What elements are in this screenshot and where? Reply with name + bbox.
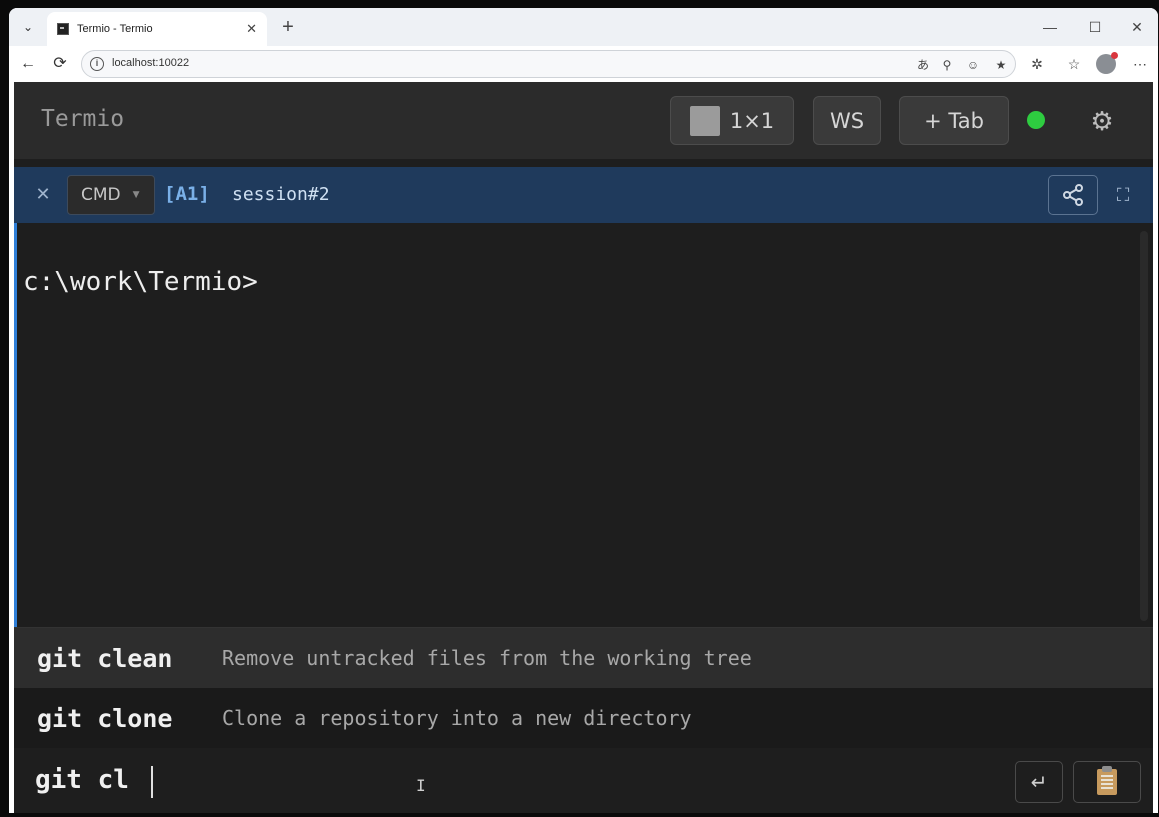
shell-select[interactable]: CMD ▼ (67, 175, 155, 215)
connection-status-icon (1027, 111, 1045, 129)
termio-app: Termio 1×1 WS + Tab ⚙ ✕ CMD ▼ [A1] sessi… (14, 82, 1153, 813)
suggestion-command: git clone (37, 703, 173, 733)
suggestion-description: Remove untracked files from the working … (222, 646, 752, 670)
text-caret (151, 766, 153, 798)
enter-button[interactable]: ↵ (1015, 761, 1063, 803)
close-window-button[interactable]: ✕ (1122, 16, 1152, 38)
reload-icon[interactable]: ⟳ (47, 52, 73, 76)
extensions-icon[interactable]: ✲ (1025, 52, 1049, 76)
more-icon[interactable]: ⋯ (1128, 52, 1152, 76)
terminal-output[interactable]: c:\work\Termio> (14, 223, 1153, 627)
ibeam-cursor-icon: I (416, 776, 426, 795)
favorites-icon[interactable]: ☆ (1062, 52, 1086, 76)
suggestion-command: git clean (37, 643, 173, 673)
share-button[interactable] (1048, 175, 1098, 215)
suggestion-item[interactable]: git clone Clone a repository into a new … (14, 688, 1153, 748)
caret-down-icon: ▼ (132, 190, 140, 200)
url-text[interactable]: localhost:10022 (112, 57, 189, 69)
site-info-icon[interactable]: i (90, 57, 104, 71)
tab-strip: ⌄ Termio - Termio ✕ + — ☐ ✕ (9, 8, 1158, 46)
paste-button[interactable] (1073, 761, 1141, 803)
url-omnibox[interactable]: i localhost:10022 あ ⚲ ☺ ★ (81, 50, 1016, 78)
zoom-icon[interactable]: ⚲ (938, 56, 956, 74)
tab-list-dropdown-icon[interactable]: ⌄ (15, 15, 41, 39)
settings-gear-icon[interactable]: ⚙ (1085, 104, 1119, 138)
close-session-icon[interactable]: ✕ (32, 181, 54, 207)
app-header: Termio 1×1 WS + Tab ⚙ (14, 82, 1153, 159)
layout-label: 1×1 (729, 108, 775, 133)
layout-button[interactable]: 1×1 (670, 96, 794, 145)
session-name: session#2 (232, 184, 330, 205)
share-icon (1063, 184, 1083, 206)
terminal-favicon-icon (57, 23, 69, 35)
tracking-icon[interactable]: ☺ (964, 56, 982, 74)
minimize-button[interactable]: — (1035, 16, 1065, 38)
session-bar: ✕ CMD ▼ [A1] session#2 ⛶ (14, 167, 1153, 223)
command-input[interactable] (35, 762, 755, 798)
app-brand: Termio (41, 106, 125, 132)
shell-select-value: CMD (81, 185, 121, 205)
terminal-scrollbar[interactable] (1140, 231, 1148, 621)
fullscreen-icon[interactable]: ⛶ (1110, 181, 1136, 209)
layout-grid-icon (689, 105, 720, 136)
address-bar: ← ⟳ i localhost:10022 あ ⚲ ☺ ★ ✲ ☆ ⋯ (9, 46, 1158, 82)
tab-close-icon[interactable]: ✕ (246, 21, 257, 37)
suggestion-item[interactable]: git clean Remove untracked files from th… (14, 628, 1153, 688)
suggestion-description: Clone a repository into a new directory (222, 706, 692, 730)
ws-button[interactable]: WS (813, 96, 881, 145)
terminal-prompt-line: c:\work\Termio> (23, 267, 258, 297)
tab-title: Termio - Termio (77, 23, 153, 35)
favorite-star-icon[interactable]: ★ (992, 56, 1010, 74)
translate-icon[interactable]: あ (914, 56, 932, 74)
autocomplete-suggestions: git clean Remove untracked files from th… (14, 627, 1153, 748)
browser-window: ⌄ Termio - Termio ✕ + — ☐ ✕ ← ⟳ i localh… (9, 8, 1158, 813)
browser-tab[interactable]: Termio - Termio ✕ (47, 12, 267, 46)
add-tab-button[interactable]: + Tab (899, 96, 1009, 145)
clipboard-icon (1097, 766, 1117, 795)
new-tab-button[interactable]: + (275, 14, 301, 40)
profile-avatar[interactable] (1096, 52, 1118, 74)
maximize-button[interactable]: ☐ (1080, 16, 1110, 38)
session-id: [A1] (164, 183, 210, 205)
command-input-bar: I ↵ (14, 748, 1153, 813)
back-arrow-icon[interactable]: ← (15, 52, 41, 76)
